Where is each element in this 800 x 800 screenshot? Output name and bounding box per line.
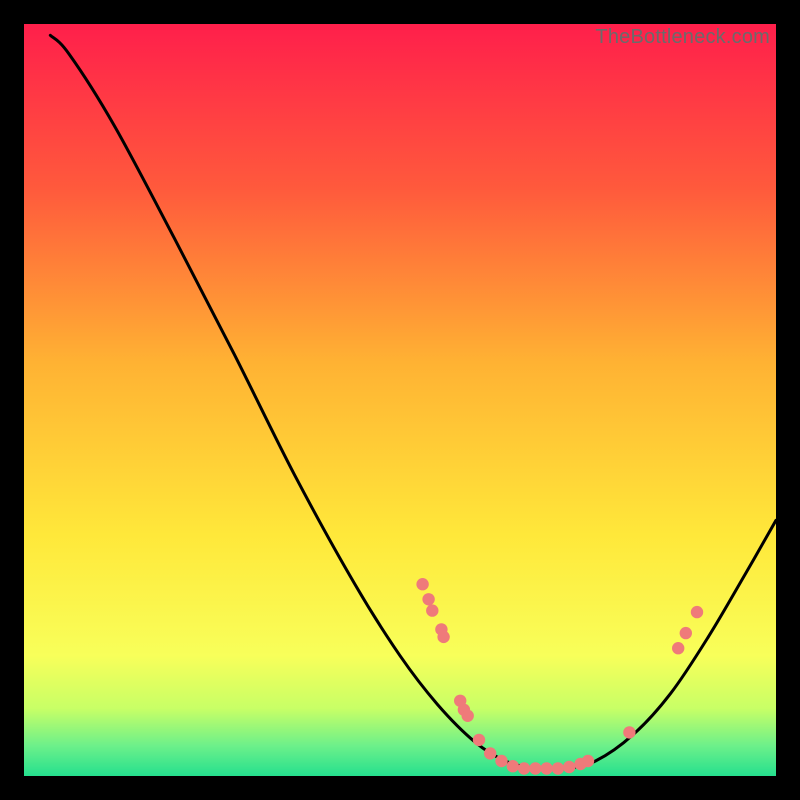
watermark-text: TheBottleneck.com <box>595 26 770 49</box>
marker-dot <box>680 627 692 639</box>
marker-dot <box>422 593 434 605</box>
marker-dot <box>518 762 530 774</box>
marker-dot <box>495 755 507 767</box>
marker-dot <box>691 606 703 618</box>
marker-dot <box>462 710 474 722</box>
chart-svg <box>24 24 776 776</box>
marker-dot <box>529 762 541 774</box>
marker-dot <box>552 762 564 774</box>
marker-dot <box>672 642 684 654</box>
marker-dot <box>484 747 496 759</box>
chart-plot-area <box>24 24 776 776</box>
marker-dot <box>473 734 485 746</box>
marker-dot <box>563 761 575 773</box>
marker-dot <box>623 726 635 738</box>
chart-frame: TheBottleneck.com <box>24 24 776 776</box>
marker-dot <box>540 762 552 774</box>
marker-dot <box>416 578 428 590</box>
marker-dot <box>426 604 438 616</box>
marker-dot <box>507 760 519 772</box>
marker-dot <box>582 755 594 767</box>
marker-dot <box>437 631 449 643</box>
